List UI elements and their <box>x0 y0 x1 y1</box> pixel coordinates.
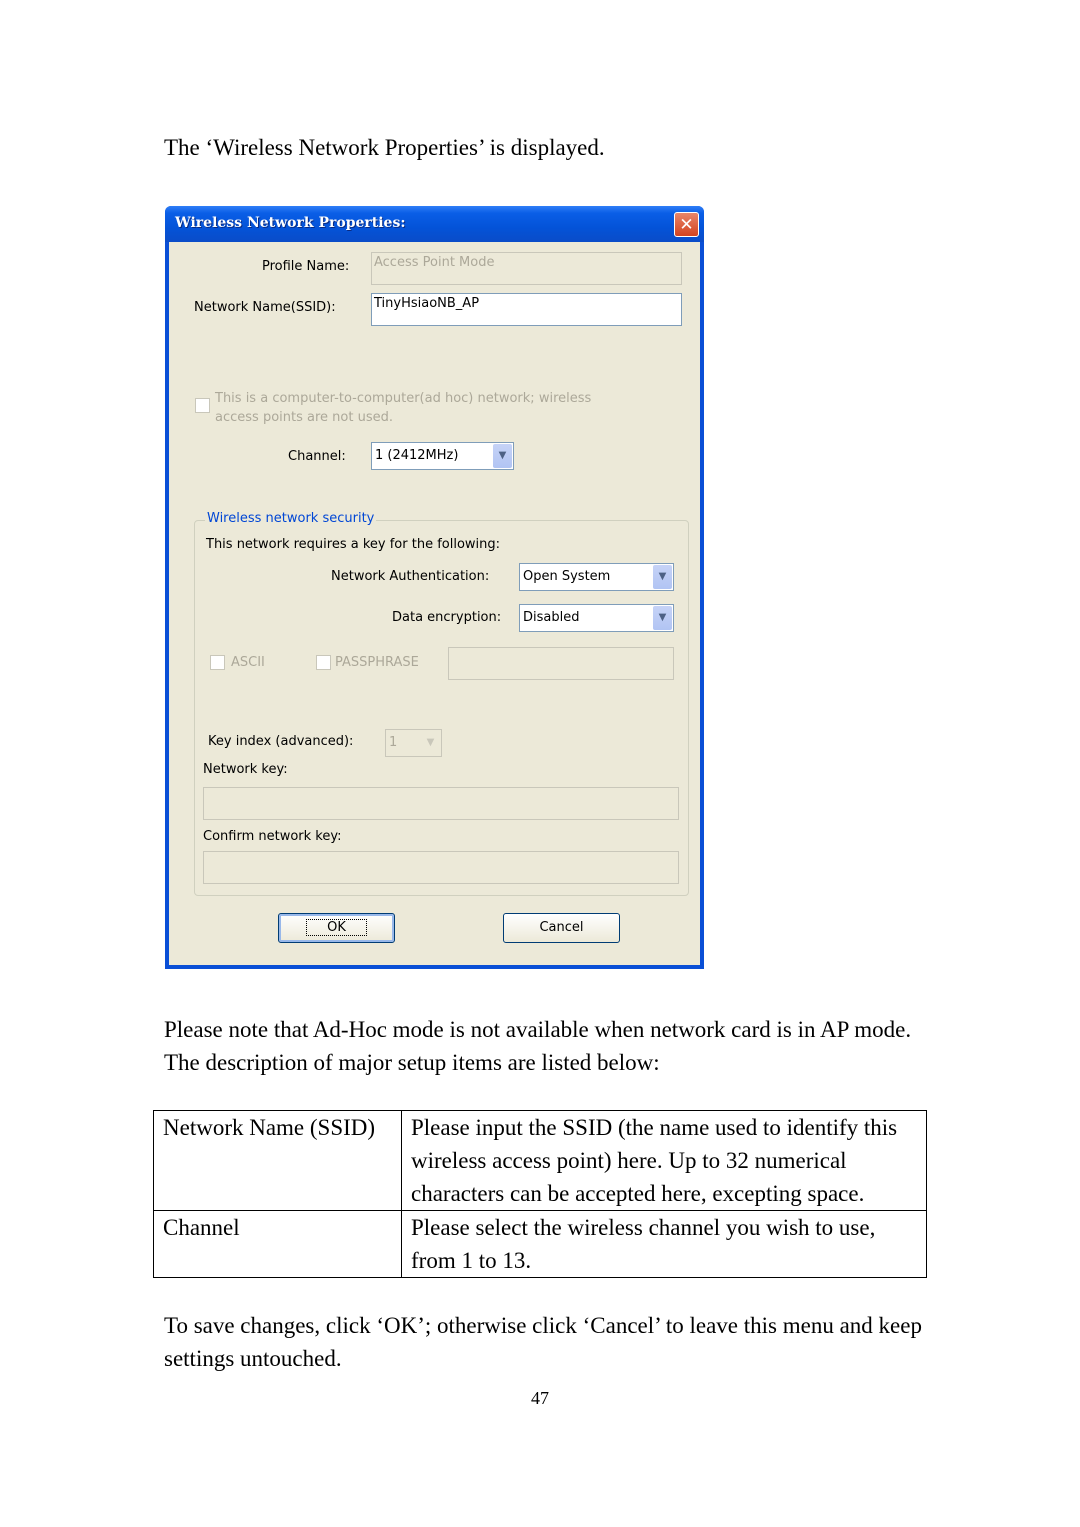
setup-items-table: Network Name (SSID) Please input the SSI… <box>153 1110 927 1278</box>
ssid-label: Network Name(SSID): <box>194 300 336 315</box>
chevron-down-icon[interactable]: ▼ <box>653 565 672 589</box>
ascii-label: ASCII <box>231 655 265 670</box>
passphrase-field[interactable] <box>448 647 674 680</box>
dialog-body: Profile Name: Access Point Mode Network … <box>169 242 700 965</box>
channel-label: Channel: <box>288 449 346 464</box>
table-row: Network Name (SSID) Please input the SSI… <box>153 1110 927 1211</box>
key-index-value: 1 <box>389 735 398 750</box>
profile-name-label: Profile Name: <box>262 259 350 274</box>
table-row: Channel Please select the wireless chann… <box>153 1210 927 1278</box>
auth-select[interactable]: Open System ▼ <box>519 563 674 591</box>
confirm-key-label: Confirm network key: <box>203 829 342 844</box>
passphrase-checkbox[interactable] <box>316 655 331 670</box>
encryption-select[interactable]: Disabled ▼ <box>519 604 674 632</box>
chevron-down-icon[interactable]: ▼ <box>653 606 672 630</box>
adhoc-checkbox-label: This is a computer-to-computer(ad hoc) n… <box>215 389 591 427</box>
ascii-checkbox[interactable] <box>210 655 225 670</box>
auth-value: Open System <box>523 569 611 584</box>
table-cell-description: Please select the wireless channel you w… <box>401 1210 927 1278</box>
chevron-down-icon[interactable]: ▼ <box>493 444 512 468</box>
close-button[interactable]: ✕ <box>674 212 699 237</box>
adhoc-label-line1: This is a computer-to-computer(ad hoc) n… <box>215 391 592 406</box>
ok-button[interactable]: OK <box>278 913 395 943</box>
close-icon: ✕ <box>679 215 694 235</box>
ssid-field[interactable]: TinyHsiaoNB_AP <box>371 293 682 326</box>
auth-label: Network Authentication: <box>331 569 490 584</box>
ok-button-label: OK <box>306 919 367 936</box>
note-paragraph: Please note that Ad-Hoc mode is not avai… <box>164 1017 912 1075</box>
cancel-button[interactable]: Cancel <box>503 913 620 943</box>
table-cell-item: Network Name (SSID) <box>153 1110 402 1211</box>
dialog-titlebar[interactable]: Wireless Network Properties: ✕ <box>165 206 704 242</box>
chevron-down-icon[interactable]: ▼ <box>421 731 440 755</box>
key-index-label: Key index (advanced): <box>208 734 354 749</box>
channel-value: 1 (2412MHz) <box>375 448 459 463</box>
wireless-network-properties-dialog: Wireless Network Properties: ✕ Profile N… <box>165 206 704 969</box>
cancel-button-label: Cancel <box>539 920 584 935</box>
channel-select[interactable]: 1 (2412MHz) ▼ <box>371 442 514 470</box>
security-group-title: Wireless network security <box>205 511 377 526</box>
encryption-label: Data encryption: <box>392 610 502 625</box>
confirm-key-field[interactable] <box>203 851 679 884</box>
table-cell-item: Channel <box>153 1210 402 1278</box>
passphrase-label: PASSPHRASE <box>335 655 419 670</box>
network-key-field[interactable] <box>203 787 679 820</box>
dialog-title: Wireless Network Properties: <box>175 215 406 231</box>
adhoc-label-line2: access points are not used. <box>215 410 393 425</box>
outro-paragraph: To save changes, click ‘OK’; otherwise c… <box>164 1313 922 1371</box>
requires-key-text: This network requires a key for the foll… <box>206 537 501 552</box>
key-index-select[interactable]: 1 ▼ <box>385 729 442 757</box>
table-cell-description: Please input the SSID (the name used to … <box>401 1110 927 1211</box>
adhoc-checkbox[interactable] <box>195 398 210 413</box>
encryption-value: Disabled <box>523 610 580 625</box>
page-number: 47 <box>531 1388 549 1408</box>
intro-paragraph: The ‘Wireless Network Properties’ is dis… <box>164 135 605 160</box>
profile-name-field[interactable]: Access Point Mode <box>371 252 682 285</box>
wireless-security-group: Wireless network security This network r… <box>194 511 689 896</box>
network-key-label: Network key: <box>203 762 288 777</box>
